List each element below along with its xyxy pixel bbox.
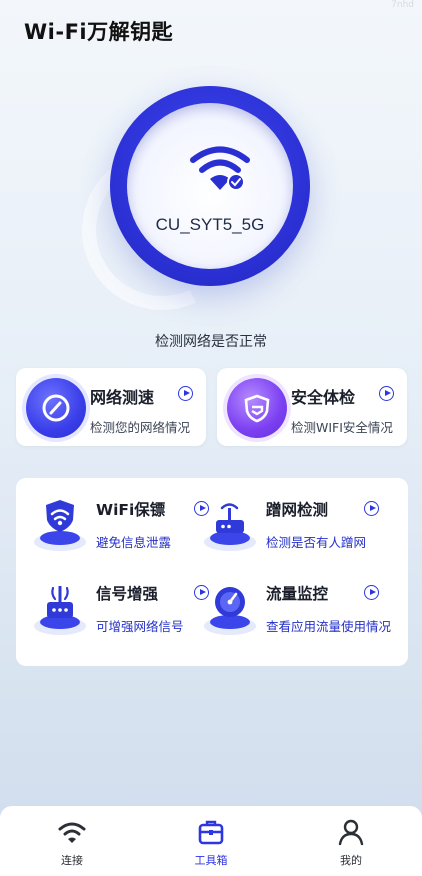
watermark-text: 7nhd [391,0,414,10]
wifi-icon [58,822,86,843]
tab-mine[interactable]: 我的 [311,814,391,870]
app-title: Wi-Fi万解钥匙 [24,20,174,44]
play-icon[interactable] [178,386,193,401]
wifi-guard-icon [34,500,86,551]
rub-net-check-subtitle: 检测是否有人蹭网 [266,535,367,550]
security-check-card[interactable]: 安全体检 检测WIFI安全情况 [217,368,407,446]
rub-net-check-title: 蹭网检测 [266,501,329,519]
tab-toolbox-label: 工具箱 [194,854,228,867]
signal-boost-title: 信号增强 [96,585,159,603]
signal-boost-icon [34,586,86,635]
signal-boost-subtitle: 可增强网络信号 [96,619,184,634]
signal-boost-tool[interactable]: 信号增强 可增强网络信号 [32,576,222,648]
speed-test-title: 网络测速 [90,388,155,407]
tab-connect-label: 连接 [61,854,83,867]
toolbox-icon [198,820,224,845]
play-icon[interactable] [379,386,394,401]
tools-panel: WiFi保镖 避免信息泄露 蹭网检测 检测是否有人蹭网 信号增强 可增强网络信号 [16,478,408,666]
play-icon[interactable] [364,585,379,600]
wifi-guard-title: WiFi保镖 [96,501,166,519]
security-check-title: 安全体检 [291,388,356,407]
wifi-status-inner: CU_SYT5_5G [127,103,293,269]
tab-toolbox[interactable]: 工具箱 [171,814,251,870]
router-icon [204,503,256,551]
bottom-tab-bar: 连接 工具箱 我的 [0,806,422,876]
speed-test-subtitle: 检测您的网络情况 [90,420,191,435]
traffic-monitor-subtitle: 查看应用流量使用情况 [266,619,392,634]
traffic-monitor-title: 流量监控 [266,585,329,603]
traffic-monitor-tool[interactable]: 流量监控 查看应用流量使用情况 [202,576,392,648]
tab-connect[interactable]: 连接 [32,814,112,870]
play-icon[interactable] [364,501,379,516]
rub-net-check-tool[interactable]: 蹭网检测 检测是否有人蹭网 [202,492,392,564]
speedometer-icon [26,378,86,438]
user-icon [338,819,364,846]
wifi-guard-subtitle: 避免信息泄露 [96,535,172,550]
wifi-status-button[interactable]: CU_SYT5_5G [110,86,310,286]
shield-icon [227,378,287,438]
speed-test-card[interactable]: 网络测速 检测您的网络情况 [16,368,206,446]
security-check-subtitle: 检测WIFI安全情况 [291,420,393,435]
traffic-monitor-icon [204,587,256,635]
wifi-guard-tool[interactable]: WiFi保镖 避免信息泄露 [32,492,222,564]
network-check-label: 检测网络是否正常 [155,334,267,350]
wifi-connected-icon [190,146,250,191]
wifi-ssid-label: CU_SYT5_5G [155,215,265,234]
tab-mine-label: 我的 [340,854,362,867]
